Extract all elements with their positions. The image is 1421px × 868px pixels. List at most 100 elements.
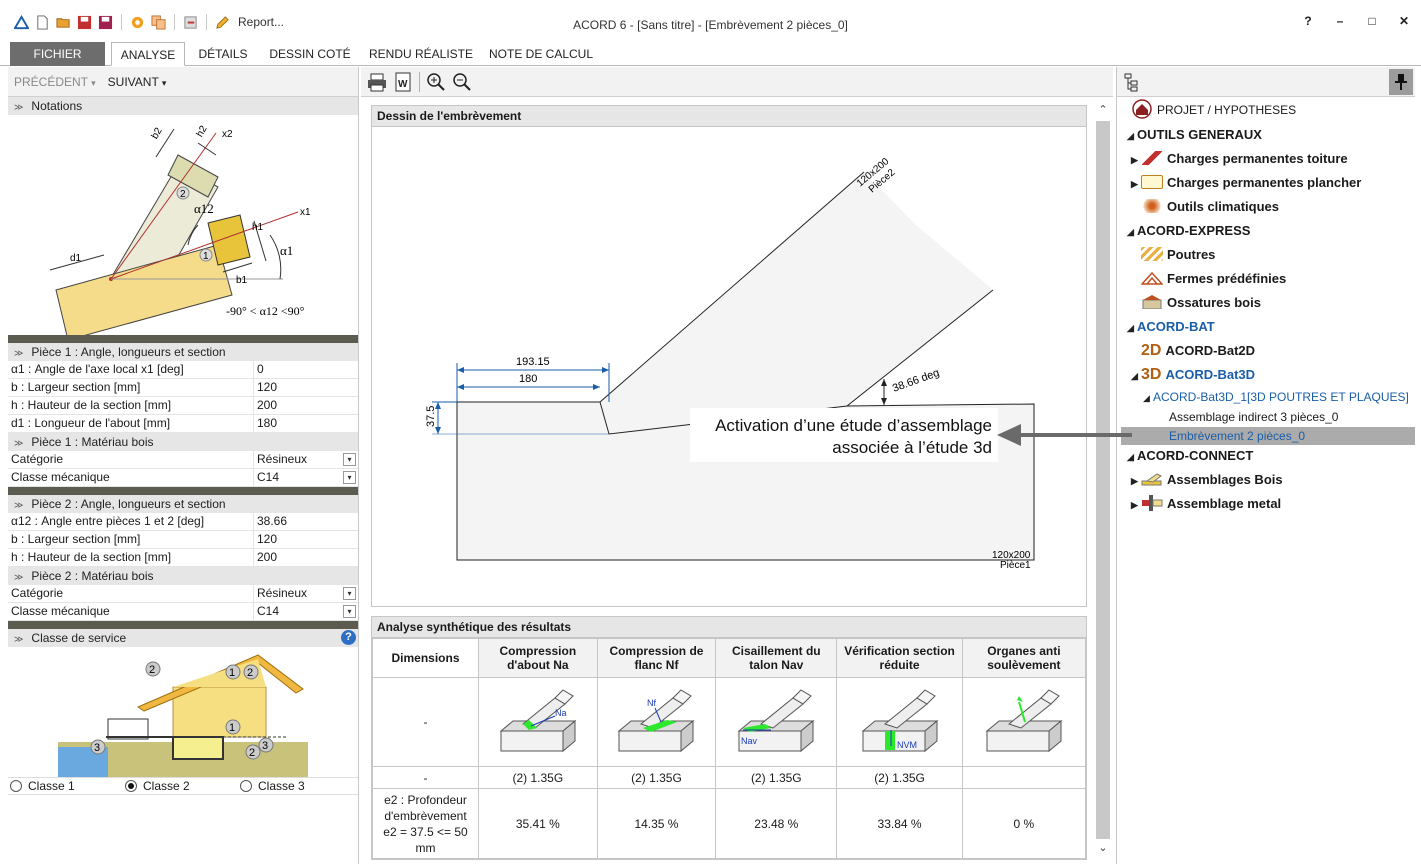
- tab-analyse[interactable]: ANALYSE: [111, 42, 185, 66]
- navigation-bar: PRÉCÉDENT ▾ SUIVANT ▾: [8, 67, 358, 97]
- dimension-arrowhead: [457, 384, 464, 390]
- dropdown-arrow-icon[interactable]: ▾: [343, 605, 356, 618]
- tree-item-poutres[interactable]: Poutres: [1141, 244, 1215, 266]
- tree-item-ossatures[interactable]: Ossatures bois: [1141, 292, 1261, 314]
- tree-item-bat3d[interactable]: ◢ 3D ACORD-Bat3D: [1131, 364, 1255, 386]
- table-cell: Nf: [596, 677, 717, 767]
- zoom-out-icon[interactable]: [452, 72, 472, 92]
- zoom-in-icon[interactable]: [426, 72, 446, 92]
- dimension-label-193: 193.15: [516, 356, 550, 368]
- force-label-na: Na: [555, 708, 567, 718]
- pin-panel-icon[interactable]: [1389, 69, 1413, 95]
- tree-item-charges-toiture[interactable]: ▶ Charges permanentes toiture: [1131, 148, 1348, 170]
- tree-group-acord-connect[interactable]: ◢ ACORD-CONNECT: [1127, 445, 1253, 467]
- floor-load-icon: [1141, 175, 1163, 189]
- tab-fichier[interactable]: FICHIER: [10, 42, 105, 66]
- label-h2: h2: [195, 124, 210, 140]
- alpha1-input[interactable]: 0: [254, 361, 358, 378]
- d1-length-input[interactable]: 180: [254, 415, 358, 432]
- print-icon[interactable]: [367, 72, 387, 92]
- tab-rendu-realiste[interactable]: RENDU RÉALISTE: [366, 42, 476, 66]
- tree-item-projet[interactable]: PROJET / HYPOTHESES: [1131, 99, 1296, 121]
- b2-width-input[interactable]: 120: [254, 531, 358, 548]
- help-icon[interactable]: ?: [341, 630, 356, 645]
- label-b1: b1: [236, 275, 248, 286]
- drawing-panel: Dessin de l'embrèvement 193.15 180 37.5 …: [371, 105, 1087, 607]
- ribbon-tabs: FICHIER ANALYSE DÉTAILS DESSIN COTÉ REND…: [0, 40, 1421, 66]
- scroll-down-icon[interactable]: ⌄: [1096, 841, 1110, 857]
- service-class-2-radio[interactable]: Classe 2: [123, 779, 238, 793]
- word-export-icon[interactable]: W: [393, 72, 413, 92]
- dropdown-arrow-icon[interactable]: ▾: [343, 453, 356, 466]
- tree-group-acord-bat[interactable]: ◢ ACORD-BAT: [1127, 316, 1215, 338]
- scroll-up-icon[interactable]: ⌃: [1096, 103, 1110, 119]
- piece1-category-select[interactable]: Résineux ▾: [254, 451, 358, 468]
- collapse-chevron-icon: ≫: [14, 438, 24, 448]
- tree-item-fermes[interactable]: Fermes prédéfinies: [1140, 268, 1286, 290]
- cisaillement-talon-illustration[interactable]: Nav: [731, 686, 821, 756]
- piece2-geometry-header[interactable]: ≫ Pièce 2 : Angle, longueurs et section: [8, 495, 358, 513]
- service-class-3-radio[interactable]: Classe 3: [238, 779, 353, 793]
- scrollbar-thumb[interactable]: [1096, 121, 1110, 839]
- tab-note-de-calcul[interactable]: NOTE DE CALCUL: [484, 42, 598, 66]
- tree-item-bat2d[interactable]: 2D ACORD-Bat2D: [1141, 340, 1255, 362]
- compression-about-illustration[interactable]: Na: [493, 686, 583, 756]
- dropdown-arrow-icon[interactable]: ▾: [343, 587, 356, 600]
- service-class-header[interactable]: ≫ Classe de service?: [8, 629, 358, 647]
- tree-group-outils-generaux[interactable]: ◢ OUTILS GENERAUX: [1127, 124, 1262, 146]
- drawing-panel-title: Dessin de l'embrèvement: [372, 106, 1086, 127]
- dimension-arrowhead: [457, 367, 464, 373]
- house-upper-wall: [172, 686, 267, 738]
- compression-flanc-illustration[interactable]: Nf: [611, 686, 701, 756]
- close-button[interactable]: ✕: [1397, 14, 1411, 28]
- property-row: h : Hauteur de la section [mm] 200: [8, 549, 358, 567]
- maximize-button[interactable]: □: [1365, 14, 1379, 28]
- label-b2: b2: [150, 126, 165, 142]
- collapsed-triangle-icon: ▶: [1131, 500, 1138, 510]
- b1-width-input[interactable]: 120: [254, 379, 358, 396]
- next-button[interactable]: SUIVANT ▾: [108, 75, 167, 89]
- notations-section-header[interactable]: ≫ Notations: [8, 97, 358, 115]
- annotation-callout: Activation d’une étude d’assemblage asso…: [690, 408, 998, 462]
- table-cell: (2) 1.35G: [715, 766, 838, 789]
- section-divider: [8, 487, 358, 495]
- service-class-illustration: 1 1 2 2 2 3 3: [58, 654, 308, 777]
- h2-height-input[interactable]: 200: [254, 549, 358, 566]
- piece1-class-select[interactable]: C14 ▾: [254, 469, 358, 486]
- minimize-button[interactable]: –: [1333, 14, 1347, 28]
- section-reduite-illustration[interactable]: NVM: [855, 686, 945, 756]
- help-button[interactable]: ?: [1301, 14, 1315, 28]
- h1-height-input[interactable]: 200: [254, 397, 358, 414]
- tab-dessin-cote[interactable]: DESSIN COTÉ: [264, 42, 356, 66]
- alpha12-input[interactable]: 38.66: [254, 513, 358, 530]
- dropdown-arrow-icon[interactable]: ▾: [343, 471, 356, 484]
- tree-group-acord-express[interactable]: ◢ ACORD-EXPRESS: [1127, 220, 1250, 242]
- embrevement-drawing[interactable]: 193.15 180 37.5 38.66 deg 120x200 Pièce2…: [372, 127, 1086, 605]
- label-d1: d1: [70, 253, 82, 264]
- piece1-geometry-header[interactable]: ≫ Pièce 1 : Angle, longueurs et section: [8, 343, 358, 361]
- property-label: d1 : Longueur de l'about [mm]: [8, 415, 254, 432]
- results-panel-title: Analyse synthétique des résultats: [372, 617, 1086, 638]
- anti-soulevement-illustration[interactable]: [979, 686, 1069, 756]
- label-piece2: 2: [180, 189, 186, 200]
- tree-item-embrevement-selected[interactable]: Embrèvement 2 pièces_0: [1169, 425, 1305, 447]
- column-header: Organes anti soulèvement: [961, 638, 1087, 678]
- piece2-category-select[interactable]: Résineux ▾: [254, 585, 358, 602]
- table-row: - (2) 1.35G (2) 1.35G (2) 1.35G (2) 1.35…: [372, 766, 1087, 789]
- main-view: W Dessin de l'embrèvement 193.15 180 37.…: [361, 67, 1113, 864]
- tab-details[interactable]: DÉTAILS: [191, 42, 255, 66]
- angle-arrowhead: [881, 398, 887, 405]
- service-class-1-radio[interactable]: Classe 1: [8, 779, 123, 793]
- piece1-material-header[interactable]: ≫ Pièce 1 : Matériau bois: [8, 433, 358, 451]
- piece2-class-select[interactable]: C14 ▾: [254, 603, 358, 620]
- tree-item-outils-climatiques[interactable]: Outils climatiques: [1141, 196, 1279, 218]
- tree-item-assemblages-bois[interactable]: ▶ Assemblages Bois: [1131, 469, 1283, 491]
- property-row: h : Hauteur de la section [mm] 200: [8, 397, 358, 415]
- vertical-scrollbar[interactable]: ⌃ ⌄: [1096, 103, 1110, 857]
- previous-button[interactable]: PRÉCÉDENT ▾: [14, 75, 96, 89]
- piece2-material-header[interactable]: ≫ Pièce 2 : Matériau bois: [8, 567, 358, 585]
- tree-item-assemblage-metal[interactable]: ▶ Assemblage metal: [1131, 493, 1281, 515]
- tree-view-icon[interactable]: [1123, 72, 1143, 92]
- tree-item-charges-plancher[interactable]: ▶ Charges permanentes plancher: [1131, 172, 1361, 194]
- tree-item-bat3d-study[interactable]: ◢ ACORD-Bat3D_1[3D POUTRES ET PLAQUES]: [1143, 386, 1409, 408]
